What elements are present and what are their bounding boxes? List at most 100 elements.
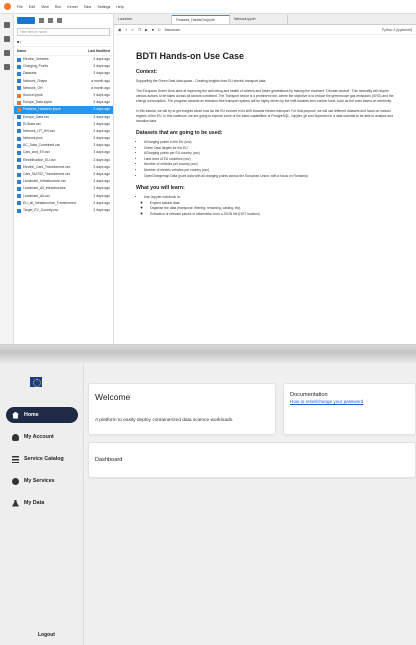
file-row[interactable]: Cars_NUTS2_Transformed.csv 3 days ago: [14, 171, 113, 178]
menu-settings[interactable]: Settings: [97, 5, 110, 9]
sidebar-item-service-catalog[interactable]: Service Catalog: [6, 451, 78, 467]
file-name-text: Network_OH: [23, 85, 43, 90]
extension-icon[interactable]: [3, 64, 10, 70]
logout-button[interactable]: Logout: [38, 632, 55, 638]
file-icon: [17, 93, 21, 98]
folder-icon: [17, 186, 21, 191]
cut-icon[interactable]: ✂: [131, 28, 134, 32]
tab-features-handson[interactable]: Features_HandsOn.ipynb: [172, 15, 230, 24]
file-row[interactable]: EUData.csv 3 days ago: [14, 121, 113, 128]
git-icon[interactable]: [3, 50, 10, 56]
save-icon[interactable]: ▣: [118, 28, 121, 32]
file-name-text: Target_EV_Country.csv: [23, 207, 59, 212]
file-row[interactable]: Europe_Data.csv 3 days ago: [14, 114, 113, 121]
file-row[interactable]: Electrification_EU.csv 3 days ago: [14, 157, 113, 164]
dashboard-title: Dashboard: [95, 457, 123, 463]
file-row[interactable]: EU_all_Infrastructure_Transformed 3 days …: [14, 200, 113, 207]
sidebar-item-my-services[interactable]: My Services: [6, 473, 78, 489]
menu-run[interactable]: Run: [55, 5, 62, 9]
refresh-icon[interactable]: [57, 17, 62, 23]
file-icon: [17, 208, 21, 213]
running-icon[interactable]: [3, 36, 10, 42]
restart-icon[interactable]: ↻: [158, 28, 161, 32]
tab-network[interactable]: Network.ipynb: [230, 15, 288, 24]
learn-sublist: Explore tabular data Organise the data (…: [150, 201, 398, 218]
file-icon: [17, 151, 21, 156]
file-modified: 3 days ago: [93, 200, 110, 205]
file-filter-input[interactable]: Filter files by name: [17, 28, 110, 36]
file-row[interactable]: Datasets 3 days ago: [14, 70, 113, 77]
menu-tabs[interactable]: Tabs: [84, 5, 92, 9]
file-name: Electric_Vehicles: [17, 56, 49, 63]
menu-file[interactable]: File: [17, 5, 23, 9]
file-icon: [17, 122, 21, 127]
tab-launcher[interactable]: Launcher: [114, 15, 172, 24]
file-row[interactable]: Charging_Points 3 days ago: [14, 63, 113, 70]
file-modified: 3 days ago: [93, 164, 110, 169]
main-area: Launcher Features_HandsOn.ipynb Network.…: [114, 14, 416, 344]
new-folder-icon[interactable]: [39, 17, 44, 23]
add-cell-icon[interactable]: +: [125, 28, 127, 32]
breadcrumb[interactable]: ■ /: [14, 38, 113, 46]
file-row[interactable]: Landmark_All.csv 3 days ago: [14, 193, 113, 200]
file-icon: [17, 100, 21, 105]
context-text: Supporting the Green Deal data space - C…: [136, 79, 267, 83]
file-row[interactable]: Cars_and_EV.csv 3 days ago: [14, 149, 113, 156]
run-icon[interactable]: ▶: [145, 28, 148, 32]
kernel-status[interactable]: Python 3 (ipykernel): [382, 28, 412, 32]
menu-edit[interactable]: Edit: [29, 5, 35, 9]
file-name: Cars_and_EV.csv: [17, 149, 50, 156]
file-row[interactable]: Source.ipynb 3 days ago: [14, 92, 113, 99]
upload-icon[interactable]: [48, 17, 53, 23]
cell-type-select[interactable]: Markdown: [165, 28, 181, 32]
file-row[interactable]: Features_Handson.ipynb 3 days ago: [14, 106, 113, 114]
menu-help[interactable]: Help: [116, 5, 123, 9]
file-name: Europe_Data.ipynb: [17, 99, 52, 106]
folder-icon[interactable]: [3, 22, 10, 28]
file-row[interactable]: Network_OH a month ago: [14, 85, 113, 92]
file-row[interactable]: AC_Data_Combined.csv 3 days ago: [14, 142, 113, 149]
file-name-text: Cars_and_EV.csv: [23, 150, 50, 155]
column-modified[interactable]: Last Modified: [88, 49, 110, 53]
folder-icon: [17, 71, 21, 76]
sidebar-item-my-account[interactable]: My Account: [6, 429, 78, 445]
file-name: Features_Handson.ipynb: [17, 106, 61, 113]
file-name: Electrification_EU.csv: [17, 157, 56, 164]
file-name-text: Landmark_All.csv: [23, 193, 50, 198]
file-row[interactable]: Landmark_Infrastructure.csv 3 days ago: [14, 178, 113, 185]
new-launcher-button[interactable]: [17, 16, 35, 24]
file-icon: [17, 136, 21, 141]
stop-icon[interactable]: ■: [152, 28, 154, 32]
file-modified: 3 days ago: [93, 143, 110, 148]
learn-heading: What you will learn:: [136, 185, 185, 192]
file-name: Network_OT_HN.csv: [17, 128, 55, 135]
notebook-content: BDTI Hands-on Use Case Context: Supporti…: [114, 35, 416, 218]
sidebar-item-home[interactable]: Home: [6, 407, 78, 423]
file-row[interactable]: Network_Shape a month ago: [14, 78, 113, 85]
menu-kernel[interactable]: Kernel: [67, 5, 77, 9]
file-row[interactable]: Network.json 3 days ago: [14, 135, 113, 142]
sidebar-item-label: My Data: [24, 500, 45, 506]
file-row[interactable]: Electric_Cars_Transformed.csv 3 days ago: [14, 164, 113, 171]
column-name[interactable]: Name: [17, 49, 26, 53]
file-name-text: Network.json: [23, 136, 43, 141]
reset-password-link[interactable]: How to reset/change your password: [290, 399, 363, 404]
file-row[interactable]: Network_OT_HN.csv 3 days ago: [14, 128, 113, 135]
sidebar: Home My Account Service Catalog My Servi…: [0, 363, 84, 645]
file-name: Landmark_Infrastructure.csv: [17, 178, 66, 185]
file-name-text: Network_Shape: [23, 78, 48, 83]
portal-app: Home My Account Service Catalog My Servi…: [0, 363, 416, 645]
file-modified: 3 days ago: [93, 128, 110, 133]
file-row[interactable]: Electric_Vehicles 3 days ago: [14, 56, 113, 63]
file-row[interactable]: Landmark_All_Infrastructure 3 days ago: [14, 185, 113, 192]
file-row[interactable]: Europe_Data.ipynb 3 days ago: [14, 99, 113, 106]
menu-view[interactable]: View: [41, 5, 49, 9]
copy-icon[interactable]: ❐: [138, 28, 141, 32]
file-icon: [17, 158, 21, 163]
file-icon: [17, 172, 21, 177]
welcome-text: A platform to easily deploy containerize…: [95, 418, 234, 423]
file-modified: 3 days ago: [93, 193, 110, 198]
sidebar-item-my-data[interactable]: My Data: [6, 495, 78, 511]
file-name: Cars_NUTS2_Transformed.csv: [17, 171, 70, 178]
file-row[interactable]: Target_EV_Country.csv 3 days ago: [14, 207, 113, 214]
